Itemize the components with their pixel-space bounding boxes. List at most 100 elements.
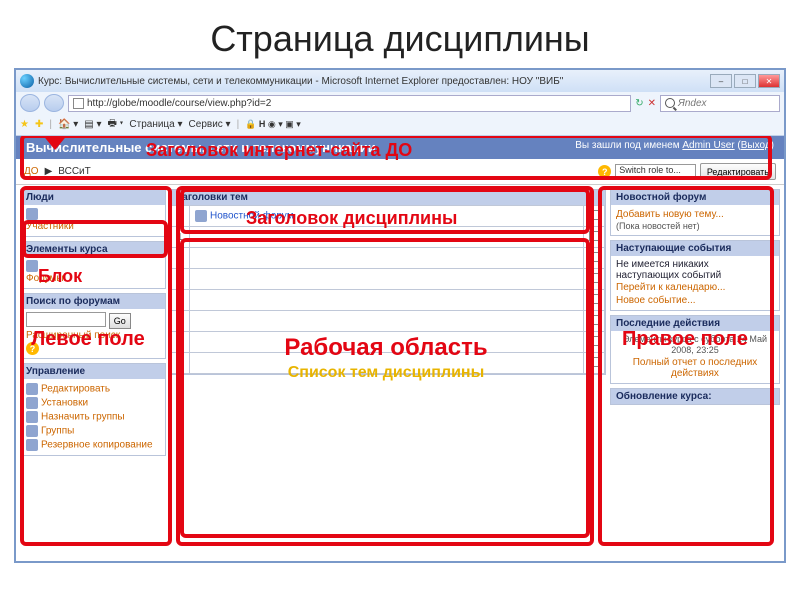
page-content: Вычислительные системы, сети и телекомму… — [16, 136, 784, 561]
topic-toggle-icon[interactable] — [589, 336, 599, 346]
topic-toggle-icon[interactable] — [589, 210, 599, 220]
maximize-button[interactable]: □ — [734, 74, 756, 88]
table-row: 7 — [172, 353, 605, 374]
main-column: Заголовки тем Новостной форум 1 2 3 4 5 … — [170, 189, 606, 460]
page-menu[interactable]: Страница ▾ — [129, 119, 182, 130]
search-hd: Поиск по форумам — [26, 296, 120, 307]
events-block: Наступающие события Не имеется никаких н… — [610, 240, 780, 311]
update-hd: Обновление курса: — [616, 391, 712, 402]
crumb-sep: ▶ — [45, 166, 53, 177]
admin-item[interactable]: Назначить группы — [26, 410, 160, 424]
table-row: 2 — [172, 248, 605, 269]
backup-icon — [26, 439, 38, 451]
feeds-icon[interactable]: ▤ ▾ — [84, 119, 101, 130]
login-status: Вы зашли под именем Admin User (Выход) — [575, 140, 774, 155]
no-events: Не имеется никаких наступающих событий — [616, 259, 721, 281]
topic-toggle-icon[interactable] — [589, 231, 599, 241]
arrow-head-icon — [37, 136, 73, 150]
add-favorite-icon[interactable]: ✚ — [35, 119, 43, 130]
admin-hd: Управление — [26, 366, 85, 377]
topics-block: Заголовки тем Новостной форум 1 2 3 4 5 … — [170, 189, 606, 375]
crumb-here: ВССиТ — [58, 166, 90, 177]
news-forum-link[interactable]: Новостной форум — [210, 211, 294, 222]
admin-item[interactable]: Редактировать — [26, 382, 160, 396]
logout-link[interactable]: Выход — [741, 140, 771, 151]
search-placeholder: Яndex — [678, 98, 707, 109]
table-row: 3 — [172, 269, 605, 290]
stop-icon[interactable]: ✕ — [648, 98, 656, 109]
news-block: Новостной форум Добавить новую тему... (… — [610, 189, 780, 236]
news-forum-icon — [195, 210, 207, 222]
admin-item[interactable]: Резервное копирование — [26, 438, 160, 452]
topic-toggle-icon[interactable] — [589, 273, 599, 283]
update-block: Обновление курса: — [610, 388, 780, 405]
topics-hd: Заголовки тем — [176, 192, 248, 203]
course-header: Вычислительные системы, сети и телекомму… — [16, 136, 784, 159]
calendar-link[interactable]: Перейти к календарю... — [616, 281, 774, 294]
nav-back-button[interactable] — [20, 94, 40, 112]
edit-icon — [26, 383, 38, 395]
minimize-button[interactable]: – — [710, 74, 732, 88]
people-hd: Люди — [26, 192, 54, 203]
forum-search-input[interactable] — [26, 312, 106, 327]
new-event-link[interactable]: Новое событие... — [616, 294, 774, 307]
add-topic-link[interactable]: Добавить новую тему... — [616, 208, 774, 221]
groups-assign-icon — [26, 411, 38, 423]
admin-item[interactable]: Установки — [26, 396, 160, 410]
full-report-link[interactable]: Полный отчет о последних действиях — [616, 356, 774, 380]
elements-hd: Элементы курса — [26, 244, 108, 255]
people-icon — [26, 208, 38, 220]
table-row: 1 — [172, 227, 605, 248]
address-bar-row: http://globe/moodle/course/view.php?id=2… — [16, 92, 784, 114]
recent-since: Элементы курса с суббота 24 Май 2008, 23… — [623, 334, 767, 355]
no-news: (Пока новостей нет) — [616, 221, 700, 231]
help-icon[interactable]: ? — [26, 342, 39, 355]
right-column: Новостной форум Добавить новую тему... (… — [610, 189, 780, 460]
window-titlebar: Курс: Вычислительные системы, сети и тел… — [16, 70, 784, 92]
ie-icon — [20, 74, 34, 88]
adv-search-link[interactable]: Расширенный поиск — [26, 329, 160, 342]
admin-item[interactable]: Группы — [26, 424, 160, 438]
news-hd: Новостной форум — [616, 192, 706, 203]
home-icon[interactable]: 🏠 ▾ — [58, 119, 78, 130]
role-select[interactable]: Switch role to... — [615, 164, 696, 180]
events-hd: Наступающие события — [616, 243, 731, 254]
close-button[interactable]: ✕ — [758, 74, 780, 88]
address-input[interactable]: http://globe/moodle/course/view.php?id=2 — [68, 95, 631, 112]
favorites-icon[interactable]: ★ — [20, 119, 29, 130]
browser-toolbar: ★ ✚ | 🏠 ▾ ▤ ▾ 🖶 ▾ Страница ▾ Сервис ▾ | … — [16, 114, 784, 136]
topic-toggle-icon[interactable] — [589, 357, 599, 367]
edit-button[interactable]: Редактировать — [700, 163, 776, 180]
go-button[interactable]: Go — [109, 313, 131, 329]
table-row: 5 — [172, 311, 605, 332]
table-row: 6 — [172, 332, 605, 353]
topic-toggle-icon[interactable] — [589, 294, 599, 304]
browser-window: Курс: Вычислительные системы, сети и тел… — [14, 68, 786, 563]
print-icon[interactable]: 🖶 ▾ — [107, 116, 123, 133]
browser-search[interactable]: Яndex — [660, 95, 780, 112]
recent-block: Последние действия Элементы курса с субб… — [610, 315, 780, 384]
topic-toggle-icon[interactable] — [589, 252, 599, 262]
people-block: Люди Участники — [20, 189, 166, 237]
participants-link[interactable]: Участники — [26, 220, 160, 233]
recent-hd: Последние действия — [616, 318, 720, 329]
search-icon — [665, 98, 675, 108]
crumb-root[interactable]: ДО — [24, 166, 39, 177]
table-row: 4 — [172, 290, 605, 311]
forums-link[interactable]: Форумы — [26, 272, 160, 285]
extra-icons[interactable]: 🔒 Н ◉ ▾ ▣ ▾ — [245, 119, 301, 130]
url-text: http://globe/moodle/course/view.php?id=2 — [87, 98, 271, 109]
help-icon[interactable]: ? — [598, 165, 611, 178]
refresh-icon[interactable]: ↻ — [635, 98, 643, 109]
admin-block: Управление Редактировать Установки Назна… — [20, 363, 166, 456]
breadcrumb: ДО ▶ ВССиТ ? Switch role to... Редактиро… — [16, 159, 784, 185]
slide-title: Страница дисциплины — [0, 0, 800, 68]
nav-forward-button[interactable] — [44, 94, 64, 112]
user-link[interactable]: Admin User — [682, 140, 734, 151]
tools-menu[interactable]: Сервис ▾ — [189, 119, 231, 130]
settings-icon — [26, 397, 38, 409]
page-icon — [73, 98, 84, 109]
topic-toggle-icon[interactable] — [589, 315, 599, 325]
window-title: Курс: Вычислительные системы, сети и тел… — [38, 76, 563, 87]
forum-icon — [26, 260, 38, 272]
